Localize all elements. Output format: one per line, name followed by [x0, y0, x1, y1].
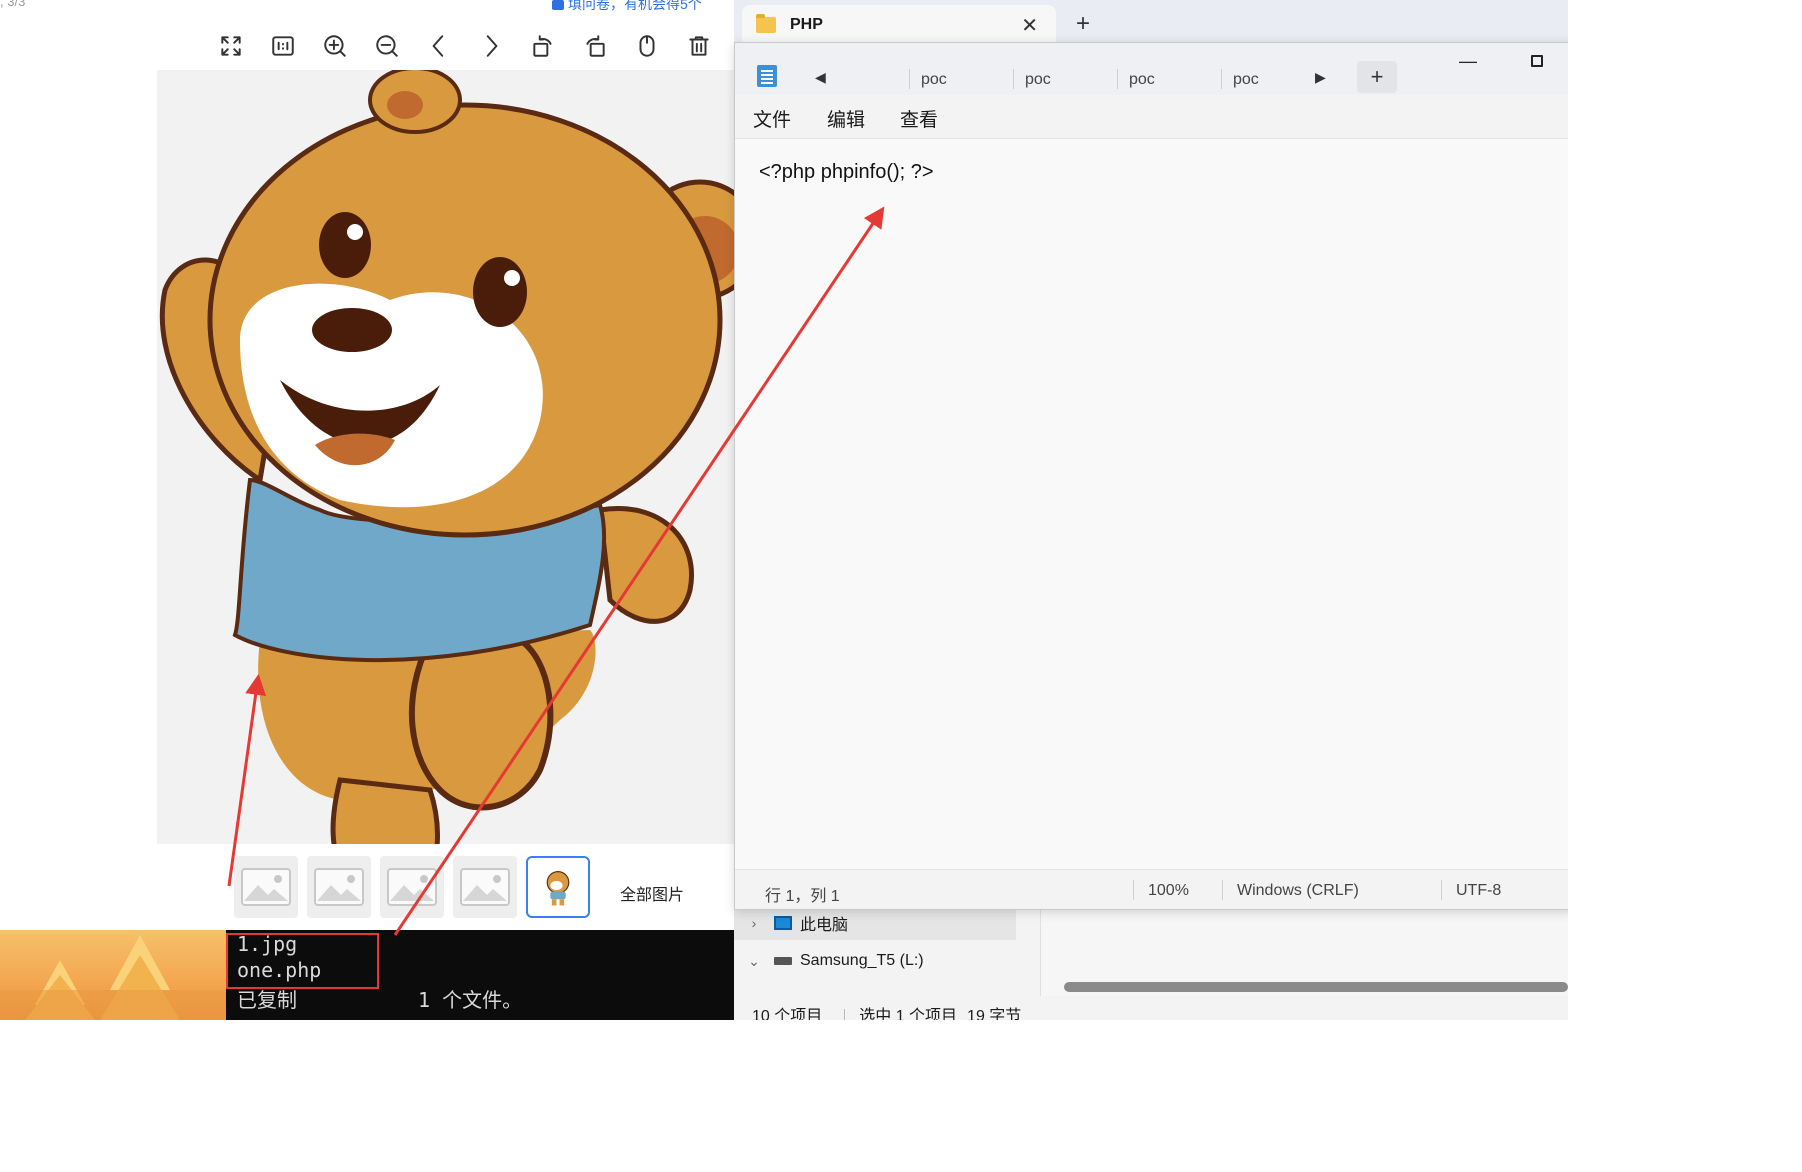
minimize-button[interactable]: — [1459, 51, 1477, 72]
items-count: 10 个项目 [752, 1008, 823, 1020]
horizontal-scrollbar[interactable] [1064, 982, 1568, 992]
notepad-title-bar: ◀ poc poc poc poc ▶ + — [735, 43, 1568, 95]
tree-illustration [0, 935, 226, 1020]
image-placeholder-icon [460, 868, 510, 906]
survey-notice-link[interactable]: 填问卷，有机会得5个 [552, 0, 702, 14]
chevron-right-icon [486, 35, 498, 57]
next-button[interactable] [465, 28, 517, 64]
zoom-out-button[interactable] [361, 28, 413, 64]
actual-size-button[interactable] [257, 28, 309, 64]
close-tab-icon[interactable]: ✕ [1021, 13, 1038, 38]
chevron-right-icon[interactable]: › [734, 915, 774, 931]
trash-icon [689, 36, 709, 56]
image-viewer-window: , 3/3 填问卷，有机会得5个 全部图片 [0, 0, 734, 930]
fullscreen-icon [221, 36, 241, 56]
notepad-tab-3[interactable]: poc [1117, 65, 1221, 95]
status-divider [1133, 880, 1134, 900]
scroll-tabs-left-icon[interactable]: ◀ [815, 69, 826, 86]
bear-thumbnail-image [546, 871, 570, 906]
tree-item-label: Samsung_T5 (L:) [800, 952, 924, 969]
rotate-right-icon [586, 35, 605, 57]
notepad-content[interactable]: <?php phpinfo(); ?> [759, 161, 934, 184]
computer-icon [774, 916, 792, 930]
viewer-toolbar [205, 28, 725, 64]
delete-button[interactable] [673, 28, 725, 64]
menu-edit[interactable]: 编辑 [827, 105, 865, 132]
zoom-in-icon [324, 35, 346, 57]
tree-item-samsung-t5[interactable]: ⌄ Samsung_T5 (L:) [734, 944, 1016, 978]
notepad-tab-4[interactable]: poc [1221, 65, 1325, 95]
thumbnail-3[interactable] [380, 856, 444, 918]
notepad-status-bar: 行 1，列 1 100% Windows (CRLF) UTF-8 [735, 869, 1568, 909]
explorer-tab-bar: PHP ✕ + [734, 0, 1568, 45]
thumbnail-2[interactable] [307, 856, 371, 918]
terminal-line-4: 1 个文件。 [418, 988, 523, 1012]
survey-notice-text: 填问卷，有机会得5个 [568, 0, 702, 12]
chevron-left-icon [432, 35, 444, 57]
mouse-icon [639, 35, 655, 57]
drive-icon [774, 957, 792, 965]
notepad-new-tab-button[interactable]: + [1357, 61, 1397, 93]
fullscreen-button[interactable] [205, 28, 257, 64]
menu-file[interactable]: 文件 [753, 105, 791, 132]
notepad-editor[interactable]: <?php phpinfo(); ?> [735, 139, 1568, 869]
menu-view[interactable]: 查看 [900, 105, 938, 132]
megaphone-icon [552, 0, 564, 11]
image-canvas [157, 70, 734, 844]
zoom-out-icon [376, 35, 398, 57]
zoom-in-button[interactable] [309, 28, 361, 64]
rotate-left-icon [533, 35, 552, 57]
chevron-down-icon[interactable]: ⌄ [734, 953, 774, 970]
explorer-new-tab-button[interactable]: + [1076, 10, 1090, 38]
explorer-tab-title: PHP [790, 16, 823, 33]
status-divider [1222, 880, 1223, 900]
scroll-tabs-right-icon[interactable]: ▶ [1315, 69, 1326, 86]
explorer-status-bar: 10 个项目 选中 1 个项目 19 字节 [752, 1002, 1043, 1020]
folder-icon [756, 14, 776, 33]
thumbnail-1[interactable] [234, 856, 298, 918]
encoding[interactable]: UTF-8 [1456, 882, 1501, 900]
screenshot-stage: , 3/3 填问卷，有机会得5个 全部图片 1.jpg one.php 已复制 … [0, 0, 1568, 1020]
notepad-tab-1[interactable]: poc [909, 65, 1013, 95]
all-images-button[interactable]: 全部图片 [620, 881, 684, 905]
zoom-level[interactable]: 100% [1148, 882, 1189, 900]
maximize-button[interactable] [1531, 55, 1543, 67]
previous-button[interactable] [413, 28, 465, 64]
cursor-position: 行 1，列 1 [765, 888, 840, 905]
notepad-menu-bar: 文件 编辑 查看 [735, 95, 1568, 139]
status-divider [1441, 880, 1442, 900]
image-placeholder-icon [241, 868, 291, 906]
mouse-mode-button[interactable] [621, 28, 673, 64]
actual-size-icon [272, 36, 294, 56]
thumbnail-5[interactable] [526, 856, 590, 918]
rotate-left-button[interactable] [517, 28, 569, 64]
image-placeholder-icon [387, 868, 437, 906]
annotation-box [226, 933, 379, 989]
desktop-wallpaper [0, 930, 226, 1020]
explorer-tab-php[interactable]: PHP ✕ [742, 5, 1056, 45]
thumbnail-4[interactable] [453, 856, 517, 918]
tree-item-label: 此电脑 [800, 917, 849, 934]
page-indicator: , 3/3 [0, 0, 26, 9]
bear-mascot-image [159, 70, 734, 844]
line-ending[interactable]: Windows (CRLF) [1237, 882, 1359, 900]
selected-count: 选中 1 个项目 [859, 1008, 958, 1020]
notepad-tab-2[interactable]: poc [1013, 65, 1117, 95]
image-placeholder-icon [314, 868, 364, 906]
thumbnail-strip [234, 854, 590, 920]
rotate-right-button[interactable] [569, 28, 621, 64]
notepad-window: ◀ poc poc poc poc ▶ + — 文件 编辑 查看 <?php p… [734, 42, 1568, 910]
notepad-app-icon [757, 65, 777, 87]
selected-size: 19 字节 [967, 1008, 1022, 1020]
tree-item-this-pc[interactable]: › 此电脑 [734, 906, 1016, 940]
